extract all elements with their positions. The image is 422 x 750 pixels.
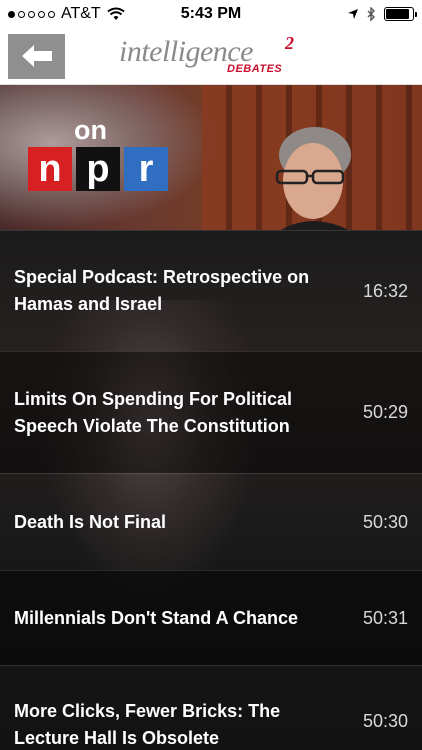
episode-duration: 50:29 — [362, 402, 408, 422]
status-bar: AT&T 5:43 PM — [0, 0, 422, 28]
npr-banner[interactable]: on n p r — [0, 85, 422, 230]
episode-title: Special Podcast: Retrospective on Hamas … — [14, 267, 310, 314]
back-arrow-icon — [21, 45, 52, 67]
logo-superscript: 2 — [285, 33, 294, 53]
episode-row[interactable]: Millennials Don't Stand A Chance 50:31 — [0, 570, 422, 665]
episode-row[interactable]: More Clicks, Fewer Bricks: The Lecture H… — [0, 665, 422, 750]
signal-strength-icon — [8, 10, 55, 18]
wifi-icon — [107, 7, 125, 20]
location-arrow-icon — [348, 9, 358, 19]
battery-fill — [386, 9, 410, 19]
episode-duration: 50:30 — [362, 711, 408, 731]
episode-title: Millennials Don't Stand A Chance — [14, 607, 298, 628]
logo-subtitle: DEBATES — [227, 63, 283, 75]
episode-row[interactable]: Death Is Not Final 50:30 — [0, 473, 422, 570]
npr-letter-r: r — [124, 147, 168, 191]
speaker-photo — [275, 127, 351, 230]
back-button[interactable] — [8, 33, 65, 79]
episode-title: More Clicks, Fewer Bricks: The Lecture H… — [14, 701, 281, 748]
episode-row[interactable]: Limits On Spending For Political Speech … — [0, 351, 422, 473]
on-npr-label: on — [74, 115, 107, 145]
episode-title: Limits On Spending For Political Speech … — [14, 388, 293, 436]
episode-duration: 16:32 — [362, 280, 408, 301]
app-header: intelligence 2 DEBATES — [0, 28, 422, 85]
carrier-label: AT&T — [61, 5, 101, 22]
status-left: AT&T — [8, 5, 125, 23]
episode-row[interactable]: Special Podcast: Retrospective on Hamas … — [0, 230, 422, 351]
battery-icon — [384, 7, 417, 21]
npr-letter-n: n — [28, 147, 72, 191]
episode-title: Death Is Not Final — [14, 511, 167, 532]
intelligence-squared-logo: intelligence 2 DEBATES — [119, 31, 309, 81]
episode-duration: 50:30 — [362, 511, 408, 532]
status-right — [347, 6, 417, 22]
npr-logo: n p r — [28, 147, 168, 191]
bluetooth-icon — [367, 6, 375, 22]
episode-list: Special Podcast: Retrospective on Hamas … — [0, 230, 422, 750]
npr-letter-p: p — [76, 147, 120, 191]
episode-duration: 50:31 — [362, 607, 408, 628]
